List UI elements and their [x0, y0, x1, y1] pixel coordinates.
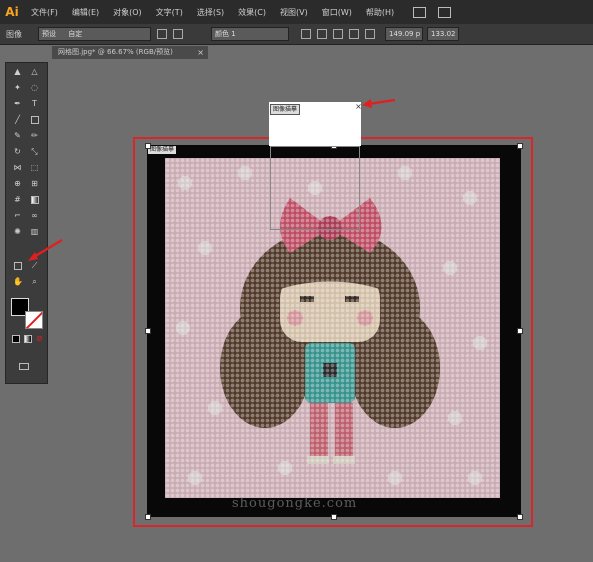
handle-bottom-right[interactable] [517, 514, 523, 520]
artboard-label: 图像描摹 [148, 146, 177, 154]
type-icon[interactable]: T [30, 99, 39, 108]
trace-options-icon[interactable] [157, 29, 167, 39]
mode-dropdown[interactable]: 颜色 1 [211, 27, 289, 41]
none-mode-icon[interactable]: ⊘ [35, 334, 44, 343]
column-graph-icon[interactable]: ▥ [30, 227, 39, 236]
pen-icon[interactable]: ✒ [13, 99, 22, 108]
object-type-label: 图像 [6, 29, 22, 39]
handle-middle-left[interactable] [145, 328, 151, 334]
tools-panel: ▲ △ ✦ ◌ ✒ T ╱ ✎ ✏ ↻ ⤡ ⋈ ⬚ ⊕ ⊞ # ⌐ ∞ ✺ ▥ … [5, 62, 48, 384]
preset-dropdown[interactable]: 预设 自定 [38, 27, 151, 41]
close-icon[interactable]: × [354, 102, 363, 111]
handle-top-right[interactable] [517, 143, 523, 149]
artboard-icon[interactable] [14, 262, 22, 270]
close-tab-icon[interactable]: × [197, 46, 204, 59]
symbol-sprayer-icon[interactable]: ✺ [13, 227, 22, 236]
red-arrow-popup [367, 98, 396, 106]
screen-mode-icon[interactable] [19, 363, 29, 370]
lasso-icon[interactable]: ◌ [30, 83, 39, 92]
color-mode-icon[interactable] [12, 335, 20, 343]
align-center-icon[interactable] [333, 29, 343, 39]
menu-window[interactable]: 窗口(W) [315, 7, 359, 18]
pencil-icon[interactable]: ✏ [30, 131, 39, 140]
width-field[interactable]: 149.09 p [385, 27, 423, 41]
bridge-icon[interactable] [413, 6, 427, 18]
handle-bottom-left[interactable] [145, 514, 151, 520]
trace-preview-label: 图像描摹 [270, 104, 301, 115]
menu-edit[interactable]: 编辑(E) [65, 7, 106, 18]
preset-value: 自定 [68, 30, 83, 38]
shape-builder-icon[interactable]: ⊕ [13, 179, 22, 188]
control-bar: 图像 预设 自定 颜色 1 149.09 p 133.02 [0, 24, 593, 45]
slice-icon[interactable]: ⟋ [30, 261, 39, 270]
gradient-icon[interactable] [31, 196, 39, 204]
direct-selection-icon[interactable]: △ [30, 67, 39, 76]
align-right-icon[interactable] [349, 29, 359, 39]
document-tab-title: 网格图.jpg* @ 66.67% (RGB/预览) [58, 48, 173, 56]
scale-icon[interactable]: ⤡ [30, 147, 39, 156]
blend-icon[interactable]: ∞ [30, 211, 39, 220]
arrange-documents-icon[interactable] [438, 6, 452, 18]
preset-label: 预设 [42, 30, 56, 38]
menubar: Ai 文件(F) 编辑(E) 对象(O) 文字(T) 选择(S) 效果(C) 视… [0, 0, 593, 24]
menu-type[interactable]: 文字(T) [149, 7, 190, 18]
watermark: shougongke.com [232, 496, 358, 511]
trace-preview-outline [270, 146, 360, 230]
trace-view-icon[interactable] [173, 29, 183, 39]
gradient-mode-icon[interactable] [24, 335, 32, 343]
selection-icon[interactable]: ▲ [13, 67, 22, 76]
align-icon[interactable] [301, 29, 311, 39]
mesh-icon[interactable]: # [13, 195, 22, 204]
align-top-icon[interactable] [365, 29, 375, 39]
rectangle-icon[interactable] [31, 116, 39, 124]
perspective-icon[interactable]: ⊞ [30, 179, 39, 188]
eyedropper-icon[interactable]: ⌐ [13, 211, 22, 220]
menu-effect[interactable]: 效果(C) [231, 7, 273, 18]
menu-object[interactable]: 对象(O) [106, 7, 149, 18]
handle-top-left[interactable] [145, 143, 151, 149]
height-field[interactable]: 133.02 [427, 27, 459, 41]
menu-file[interactable]: 文件(F) [24, 7, 65, 18]
free-transform-icon[interactable]: ⬚ [30, 163, 39, 172]
paintbrush-icon[interactable]: ✎ [13, 131, 22, 140]
menu-view[interactable]: 视图(V) [273, 7, 315, 18]
handle-bottom-center[interactable] [331, 514, 337, 520]
menu-select[interactable]: 选择(S) [190, 7, 231, 18]
line-icon[interactable]: ╱ [13, 115, 22, 124]
handle-middle-right[interactable] [517, 328, 523, 334]
rotate-icon[interactable]: ↻ [13, 147, 22, 156]
menu-help[interactable]: 帮助(H) [359, 7, 401, 18]
hand-icon[interactable]: ✋ [13, 277, 23, 286]
stroke-color-swatch[interactable] [25, 311, 43, 329]
zoom-icon[interactable]: ⌕ [30, 277, 39, 286]
app-logo: Ai [5, 5, 19, 19]
width-icon[interactable]: ⋈ [13, 163, 22, 172]
magic-wand-icon[interactable]: ✦ [13, 83, 22, 92]
document-tab[interactable]: 网格图.jpg* @ 66.67% (RGB/预览) × [52, 46, 208, 59]
red-arrowhead-popup [362, 99, 372, 108]
align-left-icon[interactable] [317, 29, 327, 39]
